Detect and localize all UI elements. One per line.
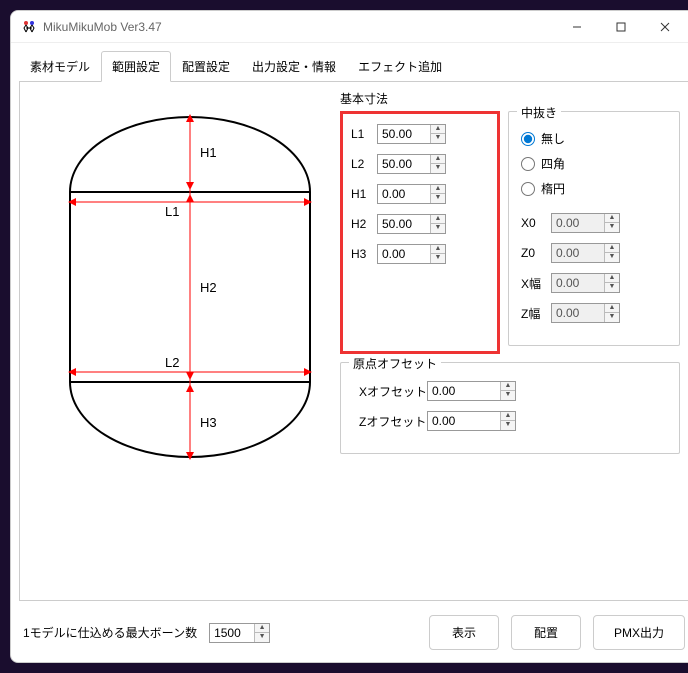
h3-value[interactable] — [378, 245, 430, 263]
spinner-buttons[interactable]: ▲▼ — [430, 125, 445, 143]
minimize-button[interactable] — [555, 12, 599, 42]
zw-label: Z幅 — [521, 305, 551, 322]
tab-strip: 素材モデル 範囲設定 配置設定 出力設定・情報 エフェクト追加 — [11, 43, 688, 81]
svg-text:H1: H1 — [200, 145, 217, 160]
x-offset-value[interactable] — [428, 382, 500, 400]
radio-square[interactable] — [521, 157, 535, 171]
h2-label: H2 — [351, 217, 377, 231]
x0-label: X0 — [521, 216, 551, 230]
bottom-bar: 1モデルに仕込める最大ボーン数 ▲▼ 表示 配置 PMX出力 — [11, 609, 688, 662]
spinner-buttons[interactable]: ▲▼ — [500, 412, 515, 430]
h2-value[interactable] — [378, 215, 430, 233]
app-window: MikuMikuMob Ver3.47 素材モデル 範囲設定 配置設定 出力設定… — [10, 10, 688, 663]
h3-input[interactable]: ▲▼ — [377, 244, 446, 264]
spinner-buttons: ▲▼ — [604, 274, 619, 292]
max-bones-label: 1モデルに仕込める最大ボーン数 — [23, 624, 197, 641]
spinner-buttons: ▲▼ — [604, 244, 619, 262]
x0-input: ▲▼ — [551, 213, 620, 233]
radio-ellipse-label: 楕円 — [541, 180, 565, 197]
h3-label: H3 — [351, 247, 377, 261]
spinner-buttons[interactable]: ▲▼ — [430, 155, 445, 173]
x0-value — [552, 214, 604, 232]
basic-dim-group: L1 ▲▼ L2 ▲▼ H1 ▲▼ H2 ▲▼ H3 ▲▼ — [340, 111, 500, 354]
radio-none[interactable] — [521, 132, 535, 146]
spinner-buttons[interactable]: ▲▼ — [430, 215, 445, 233]
show-button[interactable]: 表示 — [429, 615, 499, 650]
z-offset-value[interactable] — [428, 412, 500, 430]
tab-content: H1 H2 H3 L1 L2 基本寸法 L1 ▲▼ L2 ▲▼ H1 ▲▼ H2 ▲▼ … — [19, 81, 688, 601]
tab-effect-add[interactable]: エフェクト追加 — [347, 51, 453, 81]
tab-range-settings[interactable]: 範囲設定 — [101, 51, 171, 82]
spinner-buttons[interactable]: ▲▼ — [254, 624, 269, 642]
origin-offset-group: 原点オフセット Xオフセット▲▼ Zオフセット▲▼ — [340, 362, 680, 454]
radio-none-label: 無し — [541, 130, 565, 147]
svg-text:H3: H3 — [200, 415, 217, 430]
svg-text:H2: H2 — [200, 280, 217, 295]
l2-label: L2 — [351, 157, 377, 171]
window-title: MikuMikuMob Ver3.47 — [43, 20, 555, 34]
shape-diagram: H1 H2 H3 L1 L2 — [50, 112, 330, 462]
radio-square-label: 四角 — [541, 155, 565, 172]
spinner-buttons: ▲▼ — [604, 304, 619, 322]
svg-text:L1: L1 — [165, 204, 179, 219]
spinner-buttons[interactable]: ▲▼ — [430, 245, 445, 263]
svg-text:L2: L2 — [165, 355, 179, 370]
spinner-buttons: ▲▼ — [604, 214, 619, 232]
place-button[interactable]: 配置 — [511, 615, 581, 650]
close-button[interactable] — [643, 12, 687, 42]
l1-value[interactable] — [378, 125, 430, 143]
hollow-group: 中抜き 無し 四角 楕円 X0▲▼ Z0▲▼ X幅▲▼ Z幅▲▼ — [508, 111, 680, 346]
x-offset-input[interactable]: ▲▼ — [427, 381, 516, 401]
max-bones-value[interactable] — [210, 624, 254, 642]
z-offset-input[interactable]: ▲▼ — [427, 411, 516, 431]
l1-input[interactable]: ▲▼ — [377, 124, 446, 144]
tab-placement-settings[interactable]: 配置設定 — [171, 51, 241, 81]
origin-legend: 原点オフセット — [349, 355, 441, 372]
z-offset-label: Zオフセット — [353, 413, 427, 430]
zw-input: ▲▼ — [551, 303, 620, 323]
app-icon — [21, 19, 37, 35]
h2-input[interactable]: ▲▼ — [377, 214, 446, 234]
zw-value — [552, 304, 604, 322]
maximize-button[interactable] — [599, 12, 643, 42]
h1-label: H1 — [351, 187, 377, 201]
titlebar: MikuMikuMob Ver3.47 — [11, 11, 688, 43]
spinner-buttons[interactable]: ▲▼ — [430, 185, 445, 203]
l2-value[interactable] — [378, 155, 430, 173]
radio-ellipse[interactable] — [521, 182, 535, 196]
max-bones-input[interactable]: ▲▼ — [209, 623, 270, 643]
basic-dim-legend: 基本寸法 — [340, 90, 680, 107]
x-offset-label: Xオフセット — [353, 383, 427, 400]
l1-label: L1 — [351, 127, 377, 141]
z0-value — [552, 244, 604, 262]
z0-label: Z0 — [521, 246, 551, 260]
tab-output-settings[interactable]: 出力設定・情報 — [241, 51, 347, 81]
xw-input: ▲▼ — [551, 273, 620, 293]
z0-input: ▲▼ — [551, 243, 620, 263]
hollow-legend: 中抜き — [517, 104, 561, 121]
h1-value[interactable] — [378, 185, 430, 203]
h1-input[interactable]: ▲▼ — [377, 184, 446, 204]
xw-label: X幅 — [521, 275, 551, 292]
xw-value — [552, 274, 604, 292]
tab-source-model[interactable]: 素材モデル — [19, 51, 101, 81]
pmx-output-button[interactable]: PMX出力 — [593, 615, 685, 650]
spinner-buttons[interactable]: ▲▼ — [500, 382, 515, 400]
l2-input[interactable]: ▲▼ — [377, 154, 446, 174]
